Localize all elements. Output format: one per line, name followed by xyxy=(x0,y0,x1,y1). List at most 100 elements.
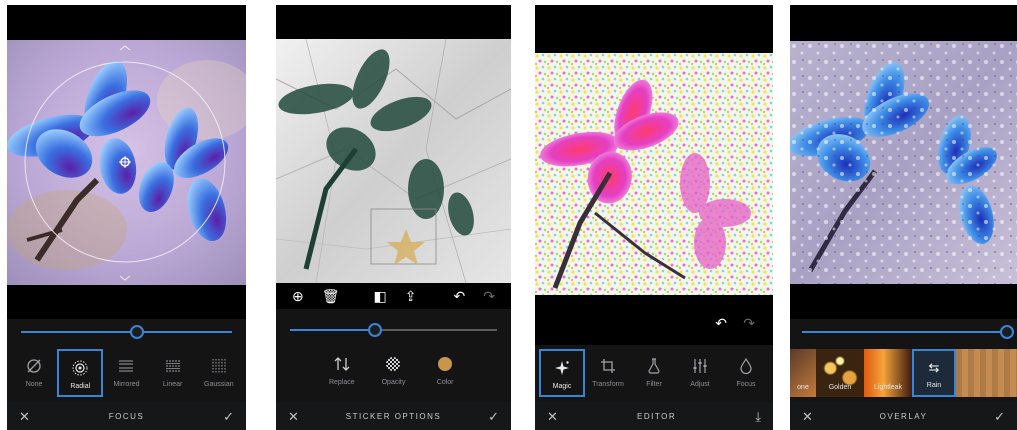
tool-gaussian-label: Gaussian xyxy=(204,381,234,388)
split-square-icon[interactable]: ◧ xyxy=(374,289,387,303)
tool-magic[interactable]: Magic xyxy=(539,349,585,397)
sparkle-icon xyxy=(555,361,569,375)
blur-slider[interactable] xyxy=(21,331,232,333)
overlay-thumb-selected[interactable]: ⇆ Rain xyxy=(912,349,956,397)
screen-title: STICKER OPTIONS xyxy=(345,411,442,421)
mirrored-lines-icon xyxy=(119,360,134,372)
flask-icon xyxy=(648,358,660,374)
tool-linear[interactable]: Linear xyxy=(150,349,196,397)
add-circle-icon[interactable]: ⊕ xyxy=(292,289,304,303)
top-black-bar xyxy=(276,5,511,39)
sticker-options-screen: ⊕ 🗑︎ ◧ ⇪ ↶ ↷ Replace Opacity Color ✕ STI… xyxy=(276,5,511,430)
screen-title: FOCUS xyxy=(108,411,145,421)
repeat-icon: ⇆ xyxy=(928,360,940,375)
tool-focus[interactable]: Focus xyxy=(723,349,769,397)
overlay-slider-knob[interactable] xyxy=(1000,325,1014,339)
tool-adjust[interactable]: Adjust xyxy=(677,349,723,397)
tool-opacity-label: Opacity xyxy=(381,379,406,386)
screen-title: OVERLAY xyxy=(879,411,928,421)
tool-filter[interactable]: Filter xyxy=(631,349,677,397)
overlay-thumb[interactable] xyxy=(956,349,1017,397)
photo-canvas[interactable] xyxy=(535,53,773,295)
crop-rotate-icon xyxy=(601,359,615,373)
tool-mirrored-label: Mirrored xyxy=(113,381,140,388)
tool-transform-label: Transform xyxy=(592,381,624,388)
grid-dots-icon xyxy=(212,359,226,373)
overlay-bottom-bar: ✕ OVERLAY ✓ xyxy=(790,402,1017,430)
tool-linear-label: Linear xyxy=(162,381,183,388)
undo-icon[interactable]: ↶ xyxy=(454,289,466,303)
editor-tool-list: Magic Transform Filter Adjust Focus xyxy=(535,349,773,397)
sticker-bottom-bar: ✕ STICKER OPTIONS ✓ xyxy=(276,402,511,430)
blur-slider-knob[interactable] xyxy=(130,325,145,339)
color-dot-icon xyxy=(438,357,453,371)
linear-lines-icon xyxy=(165,360,180,372)
redo-icon[interactable]: ↷ xyxy=(743,315,755,332)
overlay-thumb[interactable]: Lightleak xyxy=(864,349,912,397)
focus-screen: None Radial Mirrored Linear Gaussian ✕ F… xyxy=(7,5,246,430)
tool-radial[interactable]: Radial xyxy=(57,349,104,397)
focus-tool-list: None Radial Mirrored Linear Gaussian xyxy=(7,349,246,397)
tool-filter-label: Filter xyxy=(646,381,662,388)
tools-area: one Golden Lightleak ⇆ Rain xyxy=(790,319,1017,402)
tool-none[interactable]: None xyxy=(11,349,57,397)
close-icon[interactable]: ✕ xyxy=(802,410,813,423)
confirm-check-icon[interactable]: ✓ xyxy=(488,410,499,423)
overlay-thumb[interactable]: one xyxy=(790,349,816,397)
tool-replace[interactable]: Replace xyxy=(319,347,365,395)
history-bar: ↶ ↷ xyxy=(535,295,773,345)
tool-color-label: Color xyxy=(436,379,454,386)
redo-icon[interactable]: ↷ xyxy=(483,289,495,303)
spacer-black-bar xyxy=(7,285,246,319)
checker-circle-icon xyxy=(386,357,401,371)
tool-none-label: None xyxy=(25,381,43,388)
close-icon[interactable]: ✕ xyxy=(288,410,299,423)
swap-arrows-icon xyxy=(334,357,350,371)
download-icon[interactable]: ⤓ xyxy=(755,410,761,423)
screen-title: EDITOR xyxy=(637,411,677,421)
tools-area: None Radial Mirrored Linear Gaussian xyxy=(7,319,246,402)
top-black-bar xyxy=(7,5,246,40)
tool-mirrored[interactable]: Mirrored xyxy=(103,349,149,397)
overlay-thumb-label: Golden xyxy=(828,384,852,391)
close-icon[interactable]: ✕ xyxy=(547,410,558,423)
photo-canvas[interactable] xyxy=(7,40,246,285)
tool-transform[interactable]: Transform xyxy=(585,349,631,397)
sticker-tool-list: Replace Opacity Color xyxy=(276,347,511,395)
overlay-screen: one Golden Lightleak ⇆ Rain ✕ OVERLAY ✓ xyxy=(790,5,1017,430)
circle-slash-icon xyxy=(27,359,41,373)
tools-area: Magic Transform Filter Adjust Focus xyxy=(535,345,773,402)
confirm-check-icon[interactable]: ✓ xyxy=(994,410,1005,423)
upload-icon[interactable]: ⇪ xyxy=(405,289,417,303)
undo-icon[interactable]: ↶ xyxy=(715,315,727,332)
tool-radial-label: Radial xyxy=(70,383,91,390)
drop-icon xyxy=(740,357,752,375)
tool-replace-label: Replace xyxy=(328,379,355,386)
sticker-action-bar: ⊕ 🗑︎ ◧ ⇪ ↶ ↷ xyxy=(276,283,511,309)
overlay-thumb-label: Lightleak xyxy=(873,384,903,391)
confirm-check-icon[interactable]: ✓ xyxy=(223,410,234,423)
close-icon[interactable]: ✕ xyxy=(19,410,30,423)
top-black-bar xyxy=(535,5,773,53)
trash-icon[interactable]: 🗑︎ xyxy=(322,289,340,303)
overlay-thumb[interactable]: Golden xyxy=(816,349,864,397)
editor-bottom-bar: ✕ EDITOR ⤓ xyxy=(535,402,773,430)
tool-adjust-label: Adjust xyxy=(690,381,710,388)
spacer-black-bar xyxy=(790,284,1017,319)
tool-gaussian[interactable]: Gaussian xyxy=(196,349,242,397)
tool-magic-label: Magic xyxy=(552,383,572,390)
overlay-slider[interactable] xyxy=(802,331,1007,333)
sticker-slider-knob[interactable] xyxy=(367,323,382,337)
photo-canvas[interactable] xyxy=(276,39,511,283)
tool-focus-label: Focus xyxy=(736,381,756,388)
photo-canvas[interactable] xyxy=(790,41,1017,284)
top-black-bar xyxy=(790,5,1017,41)
sliders-icon xyxy=(693,359,707,373)
tools-area: Replace Opacity Color xyxy=(276,309,511,402)
editor-screen: ↶ ↷ Magic Transform Filter Adjust Focus … xyxy=(535,5,773,430)
tool-opacity[interactable]: Opacity xyxy=(370,347,416,395)
focus-bottom-bar: ✕ FOCUS ✓ xyxy=(7,402,246,430)
tool-color[interactable]: Color xyxy=(422,347,468,395)
radial-icon xyxy=(72,360,88,376)
sticker-slider-fill xyxy=(290,329,375,331)
